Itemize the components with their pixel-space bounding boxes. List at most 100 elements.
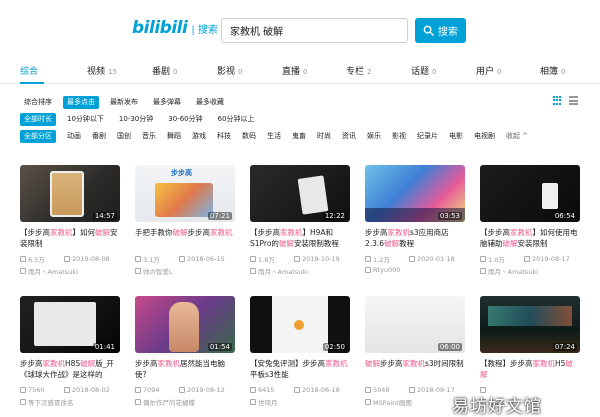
logo-sub: | 搜索 — [191, 25, 218, 36]
video-title[interactable]: 步步高家教机H8S破解版_开《球球大作战》是这样的 — [20, 358, 120, 380]
uploader[interactable]: 帅の智爱L — [135, 266, 235, 276]
play-count-icon — [365, 386, 371, 393]
duration-option[interactable]: 30-60分钟 — [164, 113, 206, 126]
sort-option[interactable]: 最新发布 — [106, 96, 142, 109]
video-meta: 5048 2018-09-17 — [365, 385, 465, 394]
zone-option[interactable]: 科技 — [213, 130, 235, 143]
grid-view-icon[interactable] — [553, 96, 562, 105]
video-thumbnail[interactable]: 06:54 — [480, 165, 580, 222]
video-title[interactable]: 【安兔兔评测】步步高家教机平板s3性能 — [250, 358, 350, 380]
zone-option[interactable]: 番剧 — [88, 130, 110, 143]
play-count-icon — [135, 386, 141, 393]
video-title[interactable]: 破解步步高家教机s3时间限制 — [365, 358, 465, 380]
video-thumbnail[interactable]: 07:24 — [480, 296, 580, 353]
video-thumbnail[interactable]: 01:41 — [20, 296, 120, 353]
play-count: 3.1万 — [143, 255, 160, 264]
zone-option[interactable]: 娱乐 — [363, 130, 385, 143]
list-view-icon[interactable] — [569, 96, 578, 105]
tab-all[interactable]: 综合 — [20, 64, 38, 77]
video-thumbnail[interactable]: 14:57 — [20, 165, 120, 222]
tab-user[interactable]: 用户 0 — [476, 64, 501, 77]
zone-option[interactable]: 国创 — [113, 130, 135, 143]
zone-option[interactable]: 音乐 — [138, 130, 160, 143]
tab-bangumi[interactable]: 番剧 0 — [152, 64, 177, 77]
duration-option[interactable]: 60分钟以上 — [214, 113, 259, 126]
tab-live[interactable]: 直播 0 — [282, 64, 307, 77]
zone-option[interactable]: 电视剧 — [470, 130, 499, 143]
bilibili-logo[interactable]: bilibili | 搜索 — [132, 18, 218, 42]
header: bilibili | 搜索 搜索 — [0, 0, 600, 58]
uploader[interactable]: Rtyu000 — [365, 266, 465, 274]
video-thumbnail[interactable]: 06:00 — [365, 296, 465, 353]
uploader[interactable]: 等下次感冒改名 — [20, 397, 120, 407]
video-card[interactable]: 14:57 【步步高家教机】如何破解安装限制 6.5万 2019-08-08 雨… — [20, 165, 120, 276]
tab-video[interactable]: 视频 15 — [87, 64, 117, 77]
date-icon — [64, 255, 70, 262]
video-meta: 7560 2018-08-02 — [20, 385, 120, 394]
video-card[interactable]: 01:41 步步高家教机H8S破解版_开《球球大作战》是这样的 7560 201… — [20, 296, 120, 407]
video-thumbnail[interactable]: 03:53 — [365, 165, 465, 222]
sort-option[interactable]: 最多收藏 — [192, 96, 228, 109]
video-title[interactable]: 步步高家教机s3应用商店2.3.6破解教程 — [365, 227, 465, 249]
video-duration: 03:53 — [437, 212, 462, 220]
sort-option[interactable]: 最多弹幕 — [149, 96, 185, 109]
zone-option[interactable]: 游戏 — [188, 130, 210, 143]
uploader-name: Rtyu000 — [373, 266, 401, 274]
zone-option[interactable]: 时尚 — [313, 130, 335, 143]
uploader[interactable]: 雨月丶Amatsuki — [250, 266, 350, 276]
uploader[interactable]: 雨月丶Amatsuki — [20, 266, 120, 276]
uploader[interactable]: 偶尔作尸的花蝴蝶 — [135, 397, 235, 407]
uploader-name: 雨月丶Amatsuki — [258, 268, 308, 276]
video-title[interactable]: 【步步高家教机】H9A和S1Pro的破解安装限制教程 — [250, 227, 350, 249]
zone-option[interactable]: 鬼畜 — [288, 130, 310, 143]
video-title[interactable]: 【教程】步步高家教机H5破解 — [480, 358, 580, 380]
zone-option[interactable]: 生活 — [263, 130, 285, 143]
tab-movie[interactable]: 影视 0 — [217, 64, 242, 77]
zone-option[interactable]: 纪录片 — [413, 130, 442, 143]
zone-option[interactable]: 舞蹈 — [163, 130, 185, 143]
video-thumbnail[interactable]: 步步高 07:21 — [135, 165, 235, 222]
video-card[interactable]: 07:24 【教程】步步高家教机H5破解 Stars_嗯 — [480, 296, 580, 407]
uploader[interactable]: MSPaint画图 — [365, 397, 465, 407]
video-card[interactable]: 06:00 破解步步高家教机s3时间限制 5048 2018-09-17 MSP… — [365, 296, 465, 407]
video-card[interactable]: 步步高 07:21 手把手教你破解步步高家教机 3.1万 2018-06-15 … — [135, 165, 235, 276]
play-count-icon — [480, 255, 486, 262]
video-title[interactable]: 手把手教你破解步步高家教机 — [135, 227, 235, 249]
tab-label: 话题 — [411, 67, 430, 77]
uploader[interactable]: 雨月丶Amatsuki — [480, 266, 580, 276]
video-thumbnail[interactable]: 01:54 — [135, 296, 235, 353]
zone-option[interactable]: 数码 — [238, 130, 260, 143]
search-input[interactable] — [222, 19, 407, 42]
zone-option[interactable]: 电影 — [445, 130, 467, 143]
sort-option[interactable]: 最多点击 — [63, 96, 99, 109]
duration-option[interactable]: 全部时长 — [20, 113, 56, 126]
video-card[interactable]: 01:54 步步高家教机居然能当电脑使? 7094 2019-08-12 偶尔作… — [135, 296, 235, 407]
zone-option[interactable]: 资讯 — [338, 130, 360, 143]
video-title[interactable]: 【步步高家教机】如何使用电脑辅助破解安装限制 — [480, 227, 580, 249]
uploader-name: 雨月丶Amatsuki — [488, 268, 538, 276]
search-button[interactable]: 搜索 — [415, 18, 466, 43]
video-card[interactable]: 06:54 【步步高家教机】如何使用电脑辅助破解安装限制 1.0万 2019-0… — [480, 165, 580, 276]
tab-label: 用户 — [476, 67, 495, 77]
video-thumbnail[interactable]: 02:50 — [250, 296, 350, 353]
zone-option[interactable]: 动画 — [63, 130, 85, 143]
video-card[interactable]: 02:50 【安兔兔评测】步步高家教机平板s3性能 6415 2018-06-1… — [250, 296, 350, 407]
tab-label: 专栏 — [346, 67, 365, 77]
video-card[interactable]: 03:53 步步高家教机s3应用商店2.3.6破解教程 1.2万 2020-01… — [365, 165, 465, 274]
duration-option[interactable]: 10-30分钟 — [115, 113, 157, 126]
video-card[interactable]: 12:22 【步步高家教机】H9A和S1Pro的破解安装限制教程 1.8万 20… — [250, 165, 350, 276]
sort-option[interactable]: 综合排序 — [20, 96, 56, 109]
zone-option[interactable]: 全部分区 — [20, 130, 56, 143]
tab-album[interactable]: 相簿 0 — [540, 64, 565, 77]
collapse-zones-link[interactable]: 收起 ^ — [502, 130, 532, 143]
video-title[interactable]: 步步高家教机居然能当电脑使? — [135, 358, 235, 380]
zone-option[interactable]: 影视 — [388, 130, 410, 143]
video-thumbnail[interactable]: 12:22 — [250, 165, 350, 222]
tab-article[interactable]: 专栏 2 — [346, 64, 371, 77]
search-box[interactable] — [221, 18, 408, 43]
tab-topic[interactable]: 话题 0 — [411, 64, 436, 77]
video-title[interactable]: 【步步高家教机】如何破解安装限制 — [20, 227, 120, 249]
uploader[interactable]: 世琦月 — [250, 397, 350, 407]
tab-count: 0 — [432, 68, 437, 76]
duration-option[interactable]: 10分钟以下 — [63, 113, 108, 126]
